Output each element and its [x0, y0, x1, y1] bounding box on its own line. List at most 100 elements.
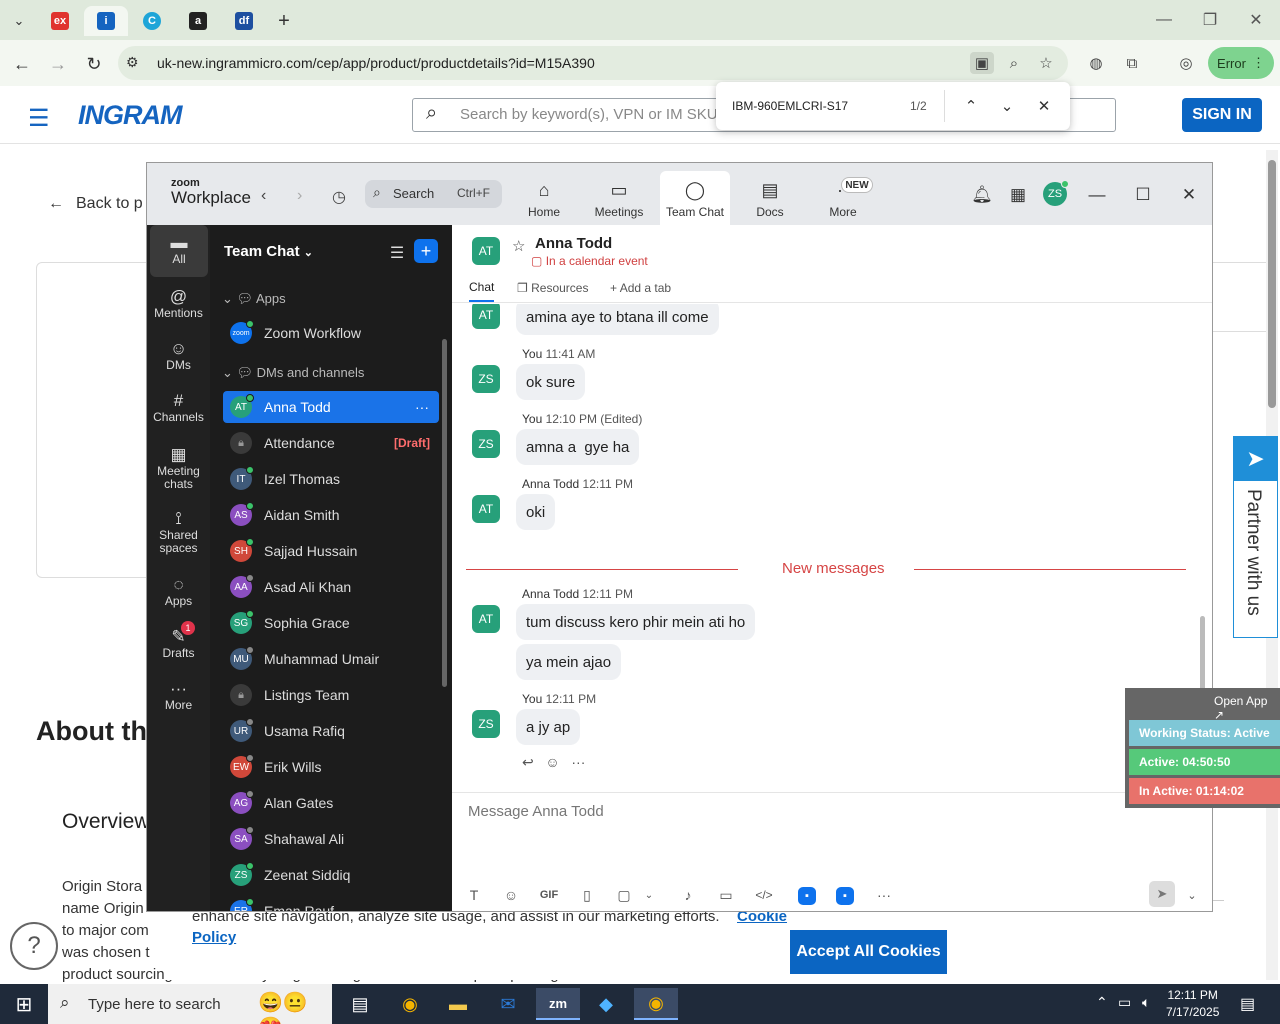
- star-icon[interactable]: ☆: [1034, 52, 1058, 74]
- more-icon[interactable]: ···: [571, 754, 585, 770]
- signin-button[interactable]: SIGN IN: [1182, 98, 1262, 132]
- contact-list-item[interactable]: SA Shahawal Ali: [223, 823, 439, 855]
- calendar-icon[interactable]: ▦: [1004, 181, 1032, 209]
- taskbar-search[interactable]: ⌕ Type here to search 😄😐😍: [48, 984, 332, 1024]
- rail-apps[interactable]: ◌ Apps: [147, 567, 210, 619]
- nav-forward-icon[interactable]: ›: [297, 187, 302, 205]
- rail-drafts[interactable]: ✎ Drafts: [147, 619, 210, 671]
- back-icon[interactable]: ←: [8, 50, 36, 78]
- outlook-icon[interactable]: ✉: [486, 988, 530, 1020]
- screenshot-icon[interactable]: ▢: [612, 883, 636, 907]
- notifications-icon[interactable]: ▤: [1240, 994, 1255, 1014]
- mic-icon[interactable]: ♪: [676, 883, 700, 907]
- rail-mentions[interactable]: @ Mentions: [147, 279, 210, 331]
- gif-icon[interactable]: GIF: [537, 883, 561, 907]
- message-bubble[interactable]: amna a gye ha: [516, 429, 640, 465]
- url-text[interactable]: uk-new.ingrammicro.com/cep/app/product/p…: [157, 55, 595, 71]
- bell-icon[interactable]: 🔔︎: [968, 181, 996, 209]
- more-icon[interactable]: ···: [872, 883, 896, 907]
- browser-tab-active[interactable]: i: [84, 6, 128, 36]
- list-item-zoom-workflow[interactable]: zoom Zoom Workflow: [223, 317, 439, 349]
- forward-icon[interactable]: →: [44, 50, 72, 78]
- file-icon[interactable]: ▯: [575, 883, 599, 907]
- open-app-link[interactable]: Open App ↗: [1214, 694, 1280, 722]
- find-next-icon[interactable]: ⌄: [995, 94, 1019, 118]
- task-view-icon[interactable]: ▤: [338, 988, 382, 1020]
- contact-list-item[interactable]: 🔒︎ Attendance [Draft]: [223, 427, 439, 459]
- code-icon[interactable]: </>: [752, 883, 776, 907]
- network-icon[interactable]: ▭: [1118, 994, 1131, 1011]
- contact-list-item[interactable]: EW Erik Wills: [223, 751, 439, 783]
- rail-meeting-chats[interactable]: ▦ Meeting chats: [147, 439, 210, 499]
- more-icon[interactable]: ···: [415, 399, 429, 415]
- find-input[interactable]: IBM-960EMLCRI-S17: [732, 99, 848, 113]
- page-search-icon[interactable]: ▣: [970, 52, 994, 74]
- ingram-logo[interactable]: INGRAM: [78, 100, 182, 131]
- tray-chevron-icon[interactable]: ⌃: [1096, 994, 1108, 1011]
- rail-channels[interactable]: # Channels: [147, 383, 210, 435]
- section-apps[interactable]: ⌄ 💬︎ Apps: [222, 291, 286, 307]
- message-bubble[interactable]: a jy ap: [516, 709, 581, 745]
- reply-icon[interactable]: ↩: [522, 754, 534, 770]
- history-icon[interactable]: ◷: [332, 187, 346, 207]
- taskbar-clock[interactable]: 12:11 PM 7/17/2025: [1166, 987, 1219, 1021]
- rail-all[interactable]: ▬ All: [150, 225, 208, 277]
- message-bubble[interactable]: tum discuss kero phir mein ati ho: [516, 604, 756, 640]
- site-info-icon[interactable]: ⚙: [126, 54, 139, 71]
- contact-list-item[interactable]: MU Muhammad Umair: [223, 643, 439, 675]
- restore-icon[interactable]: ❐: [1190, 8, 1230, 32]
- partner-tab[interactable]: ➤ Partner with us: [1233, 436, 1278, 638]
- contact-list-item[interactable]: SG Sophia Grace: [223, 607, 439, 639]
- contact-list-item[interactable]: IT Izel Thomas: [223, 463, 439, 495]
- chrome-profile-icon[interactable]: ◉: [634, 988, 678, 1020]
- close-icon[interactable]: ✕: [1175, 181, 1203, 209]
- format-text-icon[interactable]: T: [462, 883, 486, 907]
- zoom-icon[interactable]: ⌕: [1002, 52, 1026, 74]
- video-message-icon[interactable]: ▭: [714, 883, 738, 907]
- filter-icon[interactable]: ☰: [386, 242, 408, 264]
- contact-list-item[interactable]: UR Usama Rafiq: [223, 715, 439, 747]
- error-button[interactable]: Error ⋮: [1208, 47, 1274, 79]
- tab-add[interactable]: + Add a tab: [610, 281, 671, 295]
- video-icon[interactable]: ▭: [1207, 241, 1213, 265]
- emoji-react-icon[interactable]: ☺: [545, 754, 559, 770]
- windows-start-icon[interactable]: ⊞: [2, 988, 46, 1020]
- accept-cookies-button[interactable]: Accept All Cookies: [790, 930, 947, 974]
- app-icon[interactable]: ▪: [798, 887, 816, 905]
- zoom-taskbar-icon[interactable]: zm: [536, 988, 580, 1020]
- chrome-icon[interactable]: ◉: [388, 988, 432, 1020]
- tab-search-button[interactable]: ⌄: [4, 6, 34, 36]
- app-diamond-icon[interactable]: ◆: [584, 988, 628, 1020]
- avatar[interactable]: ZS: [472, 430, 500, 458]
- browser-tab[interactable]: ex: [38, 6, 82, 36]
- contact-list-item[interactable]: AS Aidan Smith: [223, 499, 439, 531]
- message-bubble[interactable]: ok sure: [516, 364, 586, 400]
- add-icon[interactable]: +: [414, 239, 438, 263]
- send-button[interactable]: ➤: [1149, 881, 1175, 907]
- page-scrollbar-thumb[interactable]: [1268, 160, 1276, 408]
- chevron-down-icon[interactable]: ⌄: [637, 883, 661, 907]
- nav-back-icon[interactable]: ‹: [261, 187, 266, 205]
- message-bubble[interactable]: amina aye to btana ill come: [516, 304, 719, 335]
- volume-icon[interactable]: 🔈︎: [1142, 994, 1150, 1011]
- tab-meetings[interactable]: ▭ Meetings: [584, 171, 654, 225]
- tab-resources[interactable]: ❐ Resources: [517, 281, 588, 295]
- rail-shared-spaces[interactable]: ⟟ Shared spaces: [147, 503, 210, 563]
- avatar[interactable]: ZS: [472, 365, 500, 393]
- chevron-down-icon[interactable]: ⌄: [1180, 883, 1204, 907]
- message-bubble[interactable]: ya mein ajao: [516, 644, 622, 680]
- find-prev-icon[interactable]: ⌃: [959, 94, 983, 118]
- globe-icon[interactable]: ◍: [1084, 52, 1108, 74]
- hamburger-icon[interactable]: ☰: [28, 104, 50, 133]
- contact-list-item[interactable]: SH Sajjad Hussain: [223, 535, 439, 567]
- extensions-icon[interactable]: ⧉: [1120, 52, 1144, 74]
- reload-icon[interactable]: ↻: [80, 50, 108, 78]
- avatar[interactable]: AT: [472, 237, 500, 265]
- message-bubble[interactable]: oki: [516, 494, 556, 530]
- contact-list-item[interactable]: AA Asad Ali Khan: [223, 571, 439, 603]
- file-explorer-icon[interactable]: ▬: [436, 988, 480, 1020]
- minimize-icon[interactable]: —: [1083, 181, 1111, 209]
- tab-team-chat[interactable]: ◯ Team Chat: [660, 171, 730, 225]
- contact-list-item[interactable]: 🔒︎ Listings Team: [223, 679, 439, 711]
- section-dms[interactable]: ⌄ 💬︎ DMs and channels: [222, 365, 364, 381]
